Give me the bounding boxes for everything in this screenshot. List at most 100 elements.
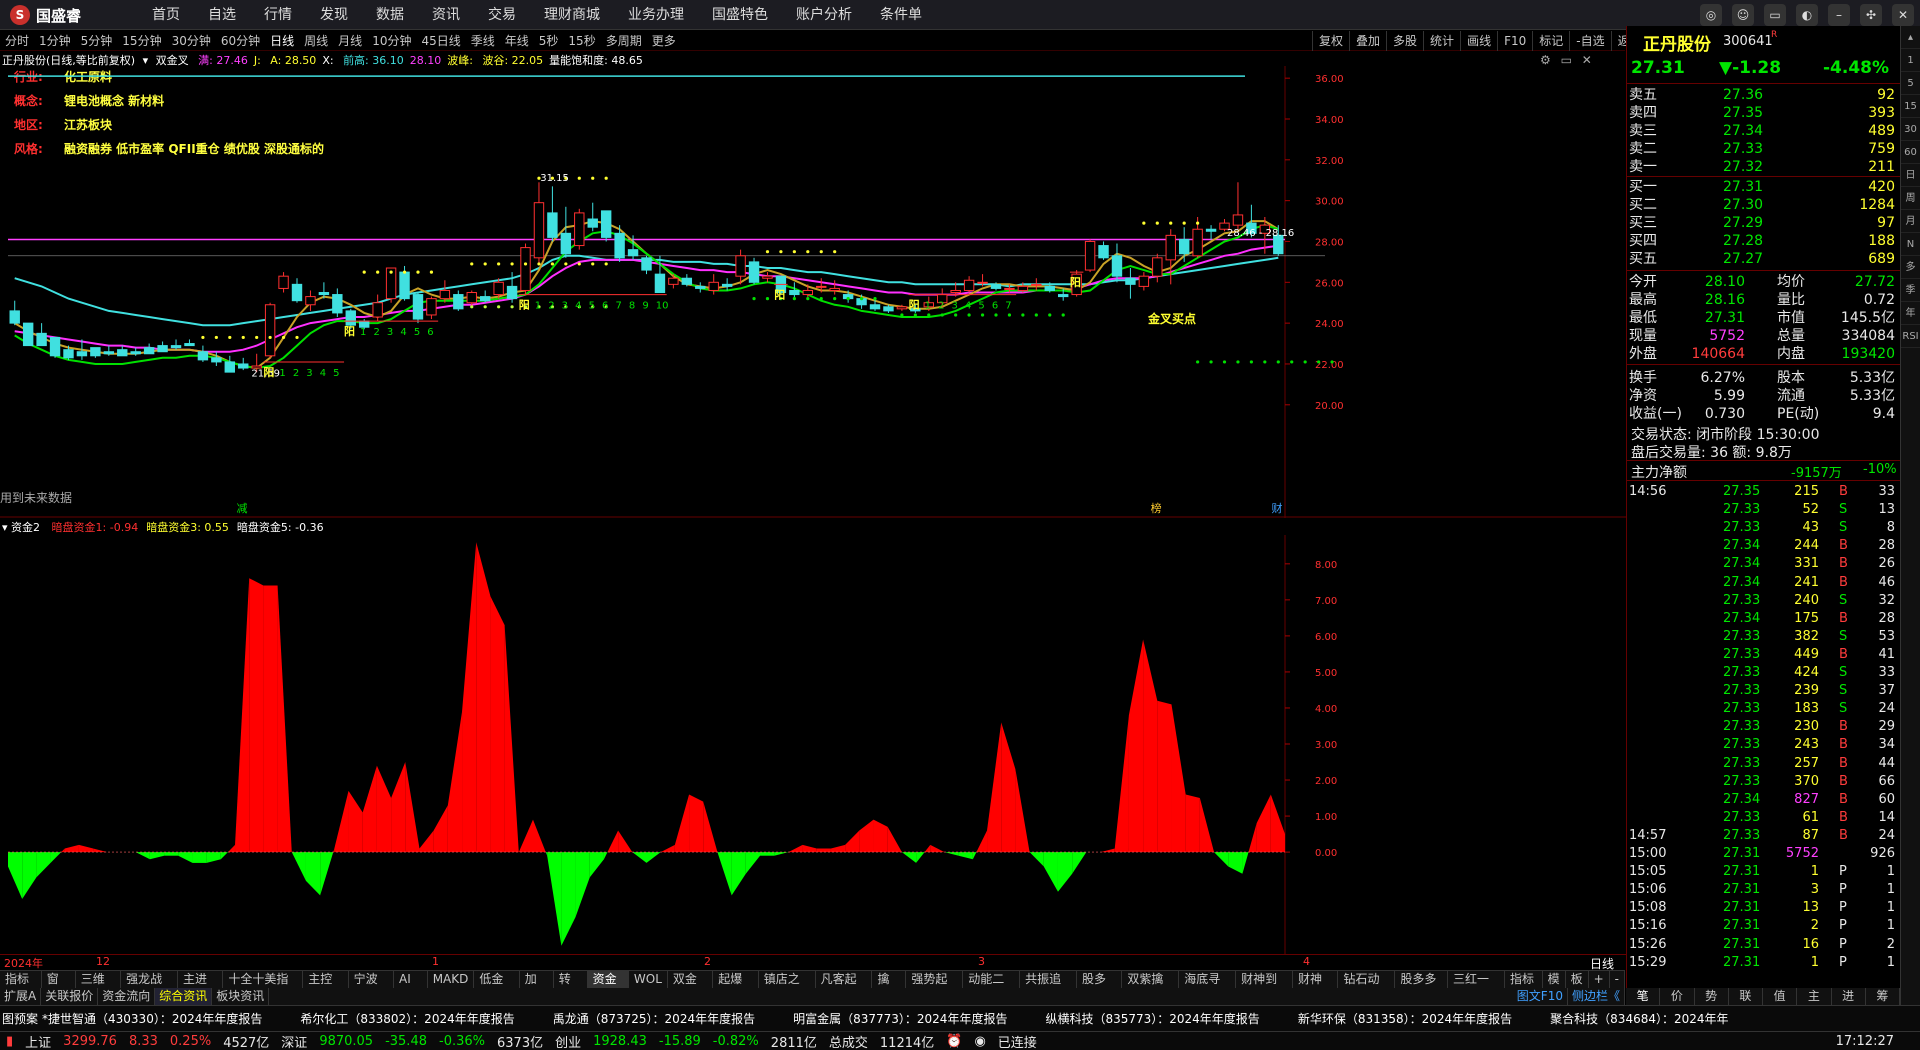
indicator-tab[interactable]: MAKD — [428, 971, 475, 988]
indicator-tab[interactable]: 强龙战法 — [121, 971, 178, 1003]
order-row[interactable]: 卖四 27.35 393 — [1627, 104, 1897, 122]
tool-button[interactable]: 多股 — [1386, 31, 1423, 51]
side-period-tab[interactable]: 60 — [1901, 141, 1920, 164]
period-10[interactable]: 45日线 — [416, 31, 465, 50]
order-row[interactable]: 买五 27.27 689 — [1627, 250, 1897, 268]
news-item[interactable]: 明富金属（837773）：2024年年度报告 — [793, 1010, 1007, 1027]
indicator-tab[interactable]: 动能二号 — [963, 971, 1021, 1003]
indicator-tab[interactable]: 低金叉 — [474, 971, 520, 1003]
news-item[interactable]: 禹龙通（873725）：2024年年度报告 — [553, 1010, 755, 1027]
quote-tab[interactable]: 联 — [1729, 988, 1763, 1005]
period-6[interactable]: 日线 — [265, 31, 299, 50]
app-logo[interactable]: S 国盛睿 — [10, 5, 81, 25]
menu-item[interactable]: 账户分析 — [782, 0, 866, 30]
indicator-tab[interactable]: 财神到 — [1293, 971, 1339, 1003]
tick-list[interactable]: 14:56 27.35 215 B 33 27.33 52 S 13 27.33 43 S 8 27.34… — [1627, 480, 1901, 990]
side-period-tab[interactable]: 日 — [1901, 164, 1920, 187]
order-row[interactable]: 卖一 27.32 211 — [1627, 158, 1897, 176]
period-12[interactable]: 年线 — [500, 31, 534, 50]
close-icon[interactable]: ✕ — [1582, 53, 1592, 67]
kline-chart[interactable]: 36.0034.0032.0030.0028.0026.0024.0022.00… — [0, 66, 1626, 518]
gear-icon[interactable]: ⚙ — [1540, 53, 1551, 67]
extension-tab[interactable]: 板块资讯 — [212, 988, 270, 1005]
indicator-tab[interactable]: 起爆线 — [713, 971, 759, 1003]
indicator-tab[interactable]: 双紫擒龙 — [1122, 971, 1180, 1003]
indicator-tab-tool[interactable]: 指标B — [1505, 971, 1543, 1003]
extension-tab-tool[interactable]: 侧边栏《 — [1568, 988, 1625, 1005]
period-15[interactable]: 多周期 — [601, 31, 647, 50]
indicator-tab[interactable]: 股多多 — [1077, 971, 1123, 1003]
sub-indicator-name[interactable]: 资金2 — [11, 521, 40, 534]
indicator-tab[interactable]: 转点 — [554, 971, 588, 1003]
order-row[interactable]: 买一 27.31 420 — [1627, 178, 1897, 196]
side-period-tab[interactable]: N — [1901, 233, 1920, 256]
period-2[interactable]: 5分钟 — [76, 31, 118, 50]
close-icon[interactable]: ✕ — [1892, 4, 1914, 26]
chat-icon[interactable]: ◎ — [1700, 4, 1722, 26]
indicator-tab[interactable]: 强势起爆 — [906, 971, 964, 1003]
indicator-tab[interactable]: 凡客起爆 — [816, 971, 873, 1003]
layout-icon[interactable]: ▭ — [1764, 4, 1786, 26]
indicator-tab[interactable]: 指标A — [0, 971, 42, 1003]
minimize-icon[interactable]: – — [1828, 4, 1850, 26]
tool-button[interactable]: 统计 — [1423, 31, 1460, 51]
order-row[interactable]: 买二 27.30 1284 — [1627, 196, 1897, 214]
period-14[interactable]: 15秒 — [563, 31, 600, 50]
indicator-tab-tool[interactable]: 模 — [1543, 971, 1566, 988]
indicator-tab[interactable]: AI龙 — [394, 971, 428, 1003]
side-period-tab[interactable]: 5 — [1901, 72, 1920, 95]
indicator-tab[interactable]: 钻石动能 — [1338, 971, 1396, 1003]
side-period-tab[interactable]: 多 — [1901, 256, 1920, 279]
skin-icon[interactable]: ◐ — [1796, 4, 1818, 26]
extension-tab[interactable]: 关联报价 — [41, 988, 99, 1005]
indicator-tab[interactable]: 主进出 — [178, 971, 224, 1003]
menu-item[interactable]: 条件单 — [866, 0, 936, 30]
order-row[interactable]: 买四 27.28 188 — [1627, 232, 1897, 250]
side-period-tab[interactable]: RSI — [1901, 325, 1920, 348]
indicator-tab[interactable]: 十全十美指标 — [223, 971, 304, 1003]
news-item[interactable]: 聚合科技（834684）：2024年年 — [1550, 1010, 1728, 1027]
period-8[interactable]: 月线 — [333, 31, 367, 50]
indicator-tab[interactable]: 共振追涨 — [1020, 971, 1078, 1003]
sz-label[interactable]: 深证 — [281, 1032, 307, 1050]
quote-tab[interactable]: 笔 — [1626, 988, 1661, 1005]
news-item[interactable]: 希尔化工（833802）：2024年年度报告 — [300, 1010, 514, 1027]
period-5[interactable]: 60分钟 — [216, 31, 265, 50]
order-row[interactable]: 卖三 27.34 489 — [1627, 122, 1897, 140]
order-row[interactable]: 卖五 27.36 92 — [1627, 86, 1897, 104]
order-row[interactable]: 买三 27.29 97 — [1627, 214, 1897, 232]
quote-tab[interactable]: 主 — [1797, 988, 1832, 1005]
indicator-tab[interactable]: 镇店之宝 — [759, 971, 816, 1003]
quote-tab[interactable]: 势 — [1695, 988, 1729, 1005]
indicator-tab[interactable]: 三红一紫 — [1448, 971, 1505, 1003]
indicator-tab[interactable]: 宁波散 — [349, 971, 395, 1003]
menu-item[interactable]: 自选 — [194, 0, 250, 30]
menu-item[interactable]: 理财商城 — [530, 0, 614, 30]
tool-button[interactable]: 叠加 — [1349, 31, 1386, 51]
menu-item[interactable]: 国盛特色 — [698, 0, 782, 30]
user-icon[interactable]: ☺ — [1732, 4, 1754, 26]
period-9[interactable]: 10分钟 — [367, 31, 416, 50]
expand-icon[interactable]: ▭ — [1561, 53, 1572, 67]
period-7[interactable]: 周线 — [299, 31, 333, 50]
news-item[interactable]: 纵横科技（835773）：2024年年度报告 — [1045, 1010, 1259, 1027]
quote-tab[interactable]: 价 — [1660, 988, 1695, 1005]
period-11[interactable]: 季线 — [466, 31, 500, 50]
extension-tab[interactable]: 资金流向 — [98, 988, 156, 1005]
tool-button[interactable]: -自选 — [1569, 31, 1610, 51]
quote-tab[interactable]: 进 — [1832, 988, 1866, 1005]
indicator-tab-tool[interactable]: - — [1610, 971, 1625, 988]
side-period-tab[interactable]: 月 — [1901, 210, 1920, 233]
indicator-tab-tool[interactable]: + — [1589, 971, 1610, 988]
side-period-tab[interactable]: 季 — [1901, 279, 1920, 302]
tool-button[interactable]: 画线 — [1460, 31, 1497, 51]
side-period-tab[interactable]: 1 — [1901, 49, 1920, 72]
menu-item[interactable]: 数据 — [362, 0, 418, 30]
indicator-tab[interactable]: 资金2 — [587, 971, 629, 1003]
menu-item[interactable]: 首页 — [138, 0, 194, 30]
indicator-tab-tool[interactable]: 板 — [1566, 971, 1589, 988]
indicator-tab[interactable]: 股多多2 — [1395, 971, 1449, 1003]
period-13[interactable]: 5秒 — [534, 31, 564, 50]
fund-flow-chart[interactable]: 8.00 7.00 6.00 5.00 4.00 3.00 2.00 1.00 0.00 — [0, 535, 1626, 955]
indicator-tab[interactable]: 财神到家 — [1236, 971, 1294, 1003]
